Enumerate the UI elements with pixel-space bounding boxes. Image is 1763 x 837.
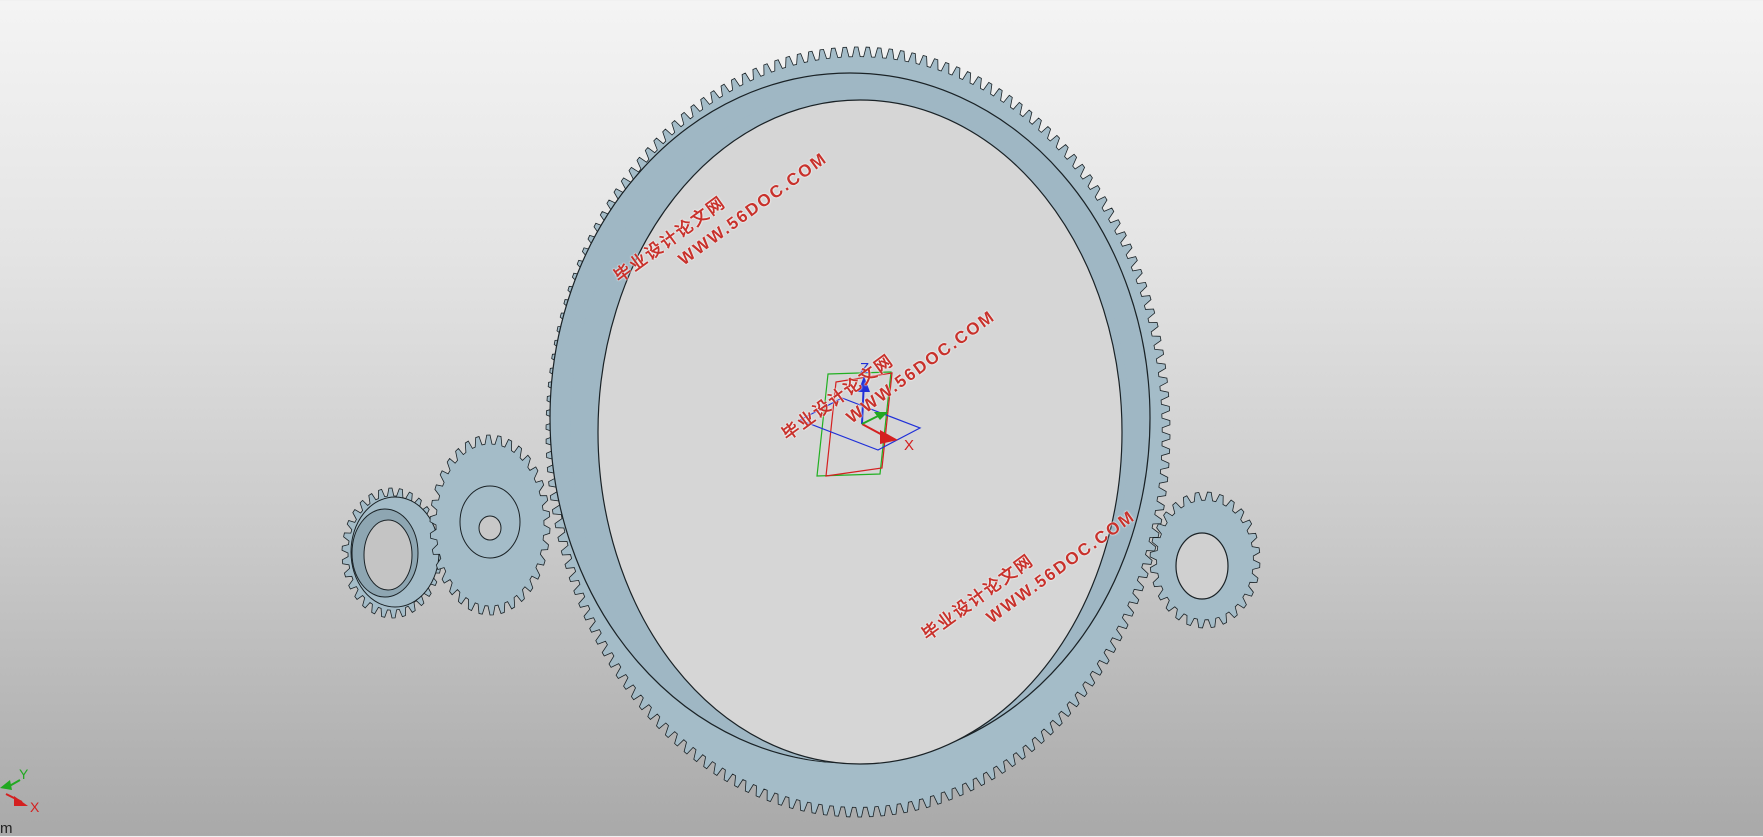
graphics-viewport[interactable]: Z X Y X 毕业设计论文网 WWW.56DOC.COM 毕业设计论文网 WW… bbox=[0, 0, 1763, 837]
pinion-gear-right[interactable] bbox=[1149, 491, 1261, 629]
unit-label: m bbox=[0, 820, 13, 837]
ring-gear[interactable] bbox=[545, 46, 1171, 818]
triad-x-label: X bbox=[30, 799, 40, 815]
csys-x-label: X bbox=[904, 437, 914, 454]
triad-y-label: Y bbox=[19, 766, 29, 782]
pinion-gear-left[interactable] bbox=[341, 487, 443, 619]
pinion-gear-middle[interactable] bbox=[429, 434, 551, 616]
gear-assembly-model[interactable]: Z X Y X bbox=[0, 0, 1763, 836]
view-triad[interactable]: Y X bbox=[0, 766, 40, 815]
